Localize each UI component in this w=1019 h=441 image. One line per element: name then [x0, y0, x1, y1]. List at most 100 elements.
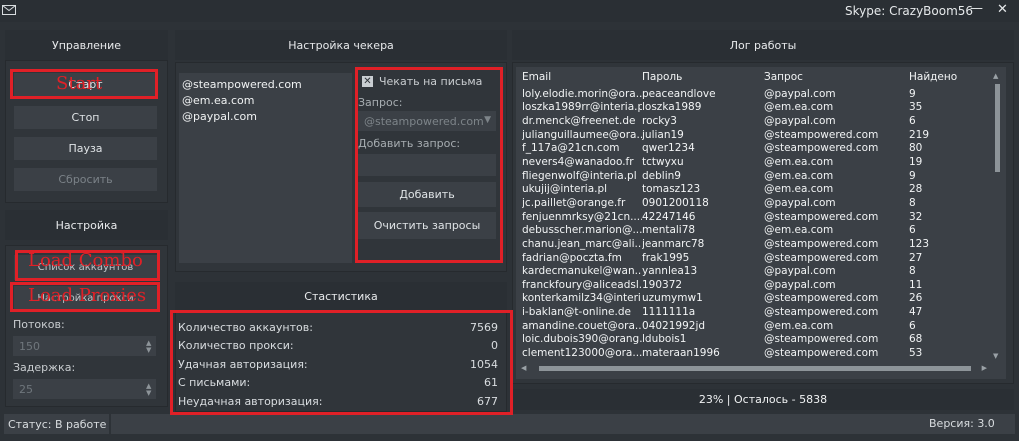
log-row[interactable]: ukujij@interia.pl tomasz123 @em.ea.com 28: [522, 182, 1006, 196]
log-table-header: Email Пароль Запрос Найдено: [516, 67, 1006, 87]
log-cell-query: @steampowered.com: [764, 128, 879, 141]
settings-header: Настройка: [5, 210, 168, 240]
log-cell-password: 190372: [642, 278, 683, 291]
log-cell-query: @em.ea.com: [764, 183, 834, 196]
log-cell-query: @em.ea.com: [764, 156, 834, 169]
log-header: Лог работы: [512, 30, 1014, 60]
log-cell-email: kardecmanukel@wan...: [522, 265, 642, 278]
column-header-email[interactable]: Email: [522, 71, 642, 83]
log-row[interactable]: julianguillaumee@ora... julian19 @steampow…: [522, 128, 1006, 142]
log-cell-password: peaceandlove: [642, 87, 716, 100]
log-cell-query: @steampowered.com: [764, 237, 879, 250]
window-title: Skype: CrazyBoom56: [845, 4, 974, 18]
scrollbar-thumb[interactable]: [995, 84, 1000, 172]
version-text: Версия: 3.0: [929, 417, 995, 430]
log-row[interactable]: jc.paillet@orange.fr 0901200118 @paypal.co…: [522, 196, 1006, 210]
load-proxies-annotation: Load Proxies: [28, 285, 147, 306]
scroll-down-icon[interactable]: ▼: [993, 352, 998, 360]
log-cell-found: 27: [909, 251, 923, 264]
log-cell-query: @steampowered.com: [764, 210, 879, 223]
column-header-query[interactable]: Запрос: [764, 71, 909, 83]
log-cell-found: 6: [909, 115, 916, 128]
log-cell-found: 6: [909, 319, 916, 332]
log-table[interactable]: Email Пароль Запрос Найдено loly.elodie.…: [516, 67, 1006, 379]
log-cell-email: jc.paillet@orange.fr: [522, 196, 626, 209]
log-cell-email: loly.elodie.morin@ora...: [522, 87, 642, 100]
log-cell-email: clement123000@ora...: [522, 346, 642, 359]
log-cell-email: fadrian@poczta.fm: [522, 251, 622, 264]
checker-header: Настройка чекера: [175, 30, 507, 60]
log-row[interactable]: franckfoury@aliceadsl.fr 190372 @paypal.co…: [522, 278, 1006, 292]
column-header-found[interactable]: Найдено: [909, 71, 959, 83]
log-row[interactable]: f_117a@21cn.com qwer1234 @steampowered.com…: [522, 142, 1006, 156]
minimize-button[interactable]: —: [970, 1, 983, 16]
domain-item[interactable]: @steampowered.com: [182, 77, 349, 93]
log-cell-query: @steampowered.com: [764, 346, 879, 359]
log-row[interactable]: chanu.jean_marc@ali... jeanmarc78 @steampo…: [522, 237, 1006, 251]
mail-icon: [2, 5, 16, 15]
domain-list[interactable]: @steampowered.com @em.ea.com @paypal.com: [179, 73, 352, 263]
log-cell-query: @em.ea.com: [764, 319, 834, 332]
log-cell-found: 6: [909, 224, 916, 237]
scroll-left-icon[interactable]: ◀: [521, 364, 526, 372]
log-cell-email: julianguillaumee@ora...: [522, 128, 642, 141]
log-cell-email: loic.dubois390@orang...: [522, 333, 642, 346]
log-row[interactable]: konterkamilz34@interi... uzumymw1 @steampo…: [522, 292, 1006, 306]
scroll-up-icon[interactable]: ▲: [993, 72, 998, 80]
threads-stepper[interactable]: 150 ▲ ▼: [13, 336, 156, 356]
log-cell-password: 42247146: [642, 210, 696, 223]
log-cell-email: franckfoury@aliceadsl.fr: [522, 278, 642, 291]
vertical-scrollbar[interactable]: ▲ ▼: [992, 70, 1003, 362]
log-row[interactable]: debusscher.marion@... mentali78 @em.ea.com…: [522, 223, 1006, 237]
log-row[interactable]: i-baklan@t-online.de 1111111a @steampowere…: [522, 305, 1006, 319]
log-cell-query: @paypal.com: [764, 87, 836, 100]
log-cell-found: 9: [909, 169, 916, 182]
log-row[interactable]: nevers4@wanadoo.fr tctwyxu @em.ea.com 19: [522, 155, 1006, 169]
log-row[interactable]: fenjuenmrksy@21cn.... 42247146 @steampower…: [522, 210, 1006, 224]
checker-options-highlight: [355, 67, 503, 263]
log-row[interactable]: fadrian@poczta.fm frak1995 @steampowered.c…: [522, 251, 1006, 265]
delay-stepper[interactable]: 25 ▲ ▼: [13, 379, 156, 399]
domain-item[interactable]: @paypal.com: [182, 109, 349, 125]
log-cell-query: @em.ea.com: [764, 169, 834, 182]
spin-arrows-icon[interactable]: ▲ ▼: [146, 383, 152, 397]
log-cell-query: @steampowered.com: [764, 333, 879, 346]
log-cell-email: fliegenwolf@interia.pl: [522, 169, 637, 182]
scroll-right-icon[interactable]: ▶: [982, 364, 987, 372]
log-row[interactable]: amandine.couet@ora... 04021992jd @em.ea.co…: [522, 319, 1006, 333]
log-cell-password: yannlea13: [642, 265, 698, 278]
pause-button[interactable]: Пауза: [14, 137, 157, 160]
horizontal-scrollbar[interactable]: ◀ ▶: [519, 363, 989, 374]
log-row[interactable]: fliegenwolf@interia.pl deblin9 @em.ea.com 9: [522, 169, 1006, 183]
column-header-password[interactable]: Пароль: [642, 71, 764, 83]
log-row[interactable]: dr.menck@freenet.de rocky3 @paypal.com 6: [522, 114, 1006, 128]
domain-item[interactable]: @em.ea.com: [182, 93, 349, 109]
log-cell-password: frak1995: [642, 251, 690, 264]
log-row[interactable]: loszka1989rr@interia.pl loszka1989 @em.ea.…: [522, 101, 1006, 115]
delay-label: Задержка:: [13, 361, 76, 374]
log-cell-query: @paypal.com: [764, 278, 836, 291]
log-cell-query: @paypal.com: [764, 265, 836, 278]
log-cell-password: mentali78: [642, 224, 696, 237]
reset-button[interactable]: Сбросить: [14, 168, 157, 191]
close-button[interactable]: ✕: [997, 2, 1008, 17]
spin-arrows-icon[interactable]: ▲ ▼: [146, 340, 152, 354]
log-row[interactable]: loly.elodie.morin@ora... peaceandlove @pay…: [522, 87, 1006, 101]
log-cell-email: ukujij@interia.pl: [522, 183, 608, 196]
log-cell-password: qwer1234: [642, 142, 695, 155]
log-cell-password: 04021992jd: [642, 319, 706, 332]
log-cell-email: debusscher.marion@...: [522, 224, 642, 237]
log-row[interactable]: kardecmanukel@wan... yannlea13 @paypal.com…: [522, 264, 1006, 278]
log-cell-query: @em.ea.com: [764, 101, 834, 114]
log-row[interactable]: loic.dubois390@orang... ldubois1 @steampow…: [522, 333, 1006, 347]
scrollbar-thumb[interactable]: [539, 366, 971, 371]
log-cell-password: materaan1996: [642, 346, 720, 359]
log-cell-password: uzumymw1: [642, 292, 703, 305]
stop-button[interactable]: Стоп: [14, 106, 157, 129]
log-cell-password: ldubois1: [642, 333, 687, 346]
log-cell-found: 219: [909, 128, 930, 141]
log-cell-found: 19: [909, 156, 923, 169]
log-cell-found: 9: [909, 87, 916, 100]
log-cell-email: nevers4@wanadoo.fr: [522, 156, 634, 169]
log-row[interactable]: clement123000@ora... materaan1996 @steampo…: [522, 346, 1006, 360]
